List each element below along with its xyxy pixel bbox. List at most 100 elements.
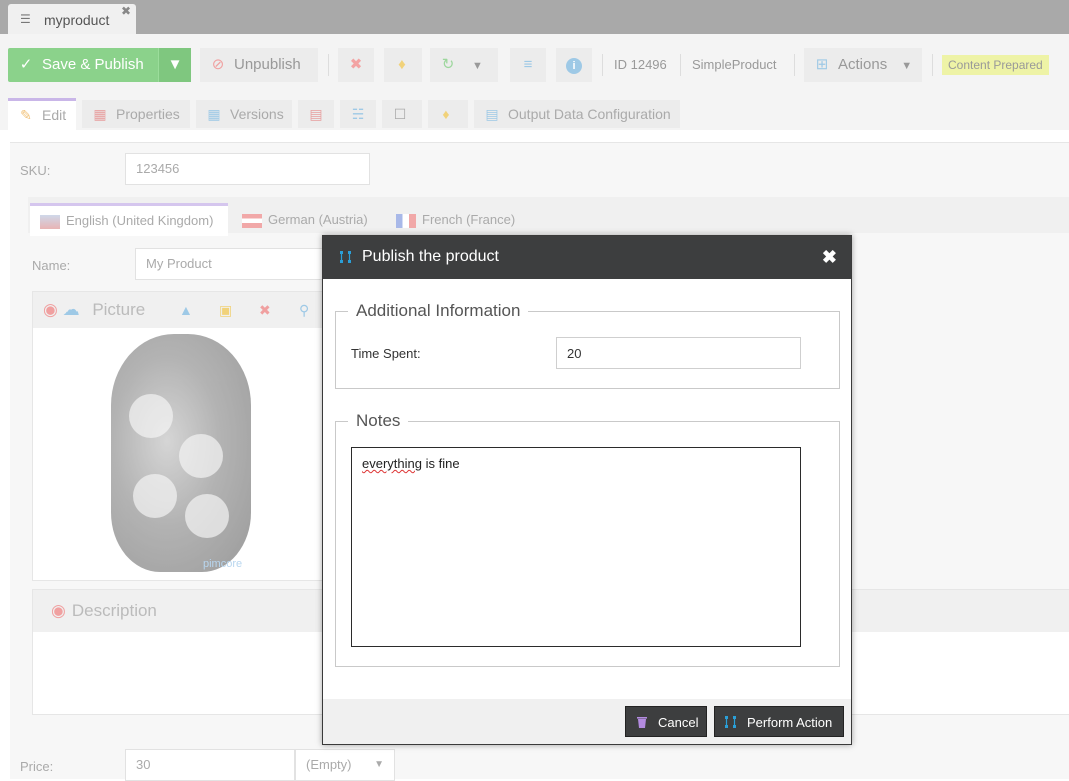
tab-language-fr[interactable]: French (France) <box>386 205 536 235</box>
tab-language-en[interactable]: English (United Kingdom) <box>30 203 228 236</box>
delete-icon[interactable]: ✖ <box>259 292 271 328</box>
delete-button[interactable]: ✖ <box>338 48 374 82</box>
chevron-down-icon: ▼ <box>472 60 483 72</box>
info-button[interactable]: i <box>556 48 592 82</box>
tab-versions[interactable]: ▦ Versions <box>196 100 292 128</box>
tree-icon: ≡ <box>523 56 533 73</box>
output-icon: ▤ <box>485 106 499 122</box>
tab-properties-label: Properties <box>116 106 180 122</box>
name-label: Name: <box>32 258 71 273</box>
document-tab[interactable]: ☰ myproduct ✖ <box>8 4 136 34</box>
tab-notes[interactable]: ☐ <box>382 100 422 128</box>
price-unit-select[interactable]: (Empty) ▼ <box>295 749 395 781</box>
perform-action-label: Perform Action <box>747 715 833 730</box>
time-spent-label: Time Spent: <box>351 346 421 361</box>
upload-icon[interactable]: ▲ <box>179 292 193 328</box>
tab-language-en-label: English (United Kingdom) <box>66 213 214 228</box>
additional-info-legend: Additional Information <box>348 301 529 321</box>
picture-label: Picture <box>92 300 146 319</box>
tab-dependencies[interactable]: ☵ <box>340 100 376 128</box>
workflow-icon: ⊞ <box>815 56 829 73</box>
show-in-tree-button[interactable]: ≡ <box>510 48 546 82</box>
unpublish-label: Unpublish <box>234 56 301 73</box>
dialog-footer: Cancel Perform Action <box>323 699 851 744</box>
france-flag-icon <box>396 213 416 228</box>
check-icon: ✓ <box>19 56 33 73</box>
toolbar-divider <box>680 54 681 76</box>
object-toolbar: ✓ Save & Publish ▼ ⊘ Unpublish ✖ ♦ ↻ ▼ ≡ i … <box>0 34 1069 98</box>
notes-textarea[interactable]: everything is fine <box>351 447 801 647</box>
required-icon: ◉ <box>43 300 58 319</box>
reload-button[interactable]: ↻ ▼ <box>430 48 498 82</box>
time-spent-input[interactable] <box>556 337 801 369</box>
folder-icon[interactable]: ▣ <box>219 292 232 328</box>
picture-panel: ◉ ☁ Picture ▲ ▣ ✖ ⚲ pimcore <box>32 291 334 581</box>
info-icon: i <box>566 58 582 74</box>
unpublish-button[interactable]: ⊘ Unpublish <box>200 48 318 82</box>
tag-icon: ♦ <box>398 56 406 73</box>
picture-panel-header: ◉ ☁ Picture ▲ ▣ ✖ ⚲ <box>33 292 333 328</box>
name-input[interactable]: My Product <box>135 248 335 280</box>
close-icon[interactable]: ✖ <box>822 247 837 268</box>
notes-text-word: everything <box>362 456 422 471</box>
save-publish-label: Save & Publish <box>42 56 144 73</box>
sku-input[interactable]: 123456 <box>125 153 370 185</box>
uk-flag-icon <box>40 214 60 229</box>
class-label: SimpleProduct <box>692 57 777 72</box>
chevron-down-icon: ▼ <box>374 759 384 770</box>
search-icon[interactable]: ⚲ <box>299 292 309 328</box>
toolbar-divider <box>794 54 795 76</box>
versions-icon: ▦ <box>207 106 221 122</box>
dialog-header: Publish the product ✖ <box>323 236 851 279</box>
cancel-button[interactable]: Cancel <box>625 706 707 737</box>
required-icon: ◉ <box>51 601 66 620</box>
ball-shape <box>129 394 173 438</box>
rename-button[interactable]: ♦ <box>384 48 422 82</box>
tab-language-de[interactable]: German (Austria) <box>232 205 382 235</box>
cancel-label: Cancel <box>658 715 699 730</box>
save-dropdown-button[interactable]: ▼ <box>158 48 191 82</box>
dialog-title: Publish the product <box>362 248 499 265</box>
tab-edit[interactable]: ✎ Edit <box>8 98 76 131</box>
price-label: Price: <box>20 759 54 774</box>
tab-output-data[interactable]: ▤ Output Data Configuration <box>474 100 680 128</box>
tab-language-fr-label: French (France) <box>422 212 516 227</box>
actions-label: Actions <box>838 56 888 73</box>
tab-tags[interactable]: ♦ <box>428 100 468 128</box>
workflow-icon <box>725 716 736 728</box>
toolbar-divider <box>328 54 329 76</box>
notes-legend: Notes <box>348 411 409 431</box>
ball-shape <box>185 494 229 538</box>
notes-text-rest: is fine <box>421 456 460 471</box>
ball-shape <box>133 474 177 518</box>
product-image <box>111 334 251 572</box>
tab-schedule[interactable]: ▤ <box>298 100 334 128</box>
upload-cloud-icon: ☁ <box>62 300 80 319</box>
id-label: ID 12496 <box>614 57 667 72</box>
publish-dialog: Publish the product ✖ Additional Informa… <box>322 235 852 745</box>
price-unit-value: (Empty) <box>306 757 352 772</box>
perform-action-button[interactable]: Perform Action <box>714 706 844 737</box>
delete-icon: ✖ <box>349 56 363 73</box>
description-label: Description <box>71 601 157 620</box>
watermark: pimcore <box>203 558 243 570</box>
status-badge: Content Prepared <box>942 55 1049 75</box>
tab-edit-label: Edit <box>42 107 67 123</box>
properties-icon: ▦ <box>93 106 107 122</box>
price-input[interactable]: 30 <box>125 749 295 781</box>
calendar-icon: ▤ <box>309 106 323 122</box>
toolbar-divider <box>932 54 933 76</box>
workflow-icon <box>340 251 351 263</box>
pencil-icon: ✎ <box>20 107 32 123</box>
clipboard-icon: ☐ <box>393 106 407 122</box>
tab-properties[interactable]: ▦ Properties <box>82 100 190 128</box>
object-subtabs: ✎ Edit ▦ Properties ▦ Versions ▤ ☵ ☐ ♦ ▤ Out… <box>0 98 1069 131</box>
notes-fieldset: Notes everything is fine <box>335 411 840 667</box>
close-icon[interactable]: ✖ <box>121 4 131 18</box>
actions-button[interactable]: ⊞ Actions ▼ <box>804 48 922 82</box>
reload-icon: ↻ <box>441 56 455 73</box>
trash-icon <box>637 717 647 728</box>
toolbar-divider <box>602 54 603 76</box>
list-icon: ☰ <box>20 12 31 26</box>
save-publish-button[interactable]: ✓ Save & Publish <box>8 48 158 82</box>
